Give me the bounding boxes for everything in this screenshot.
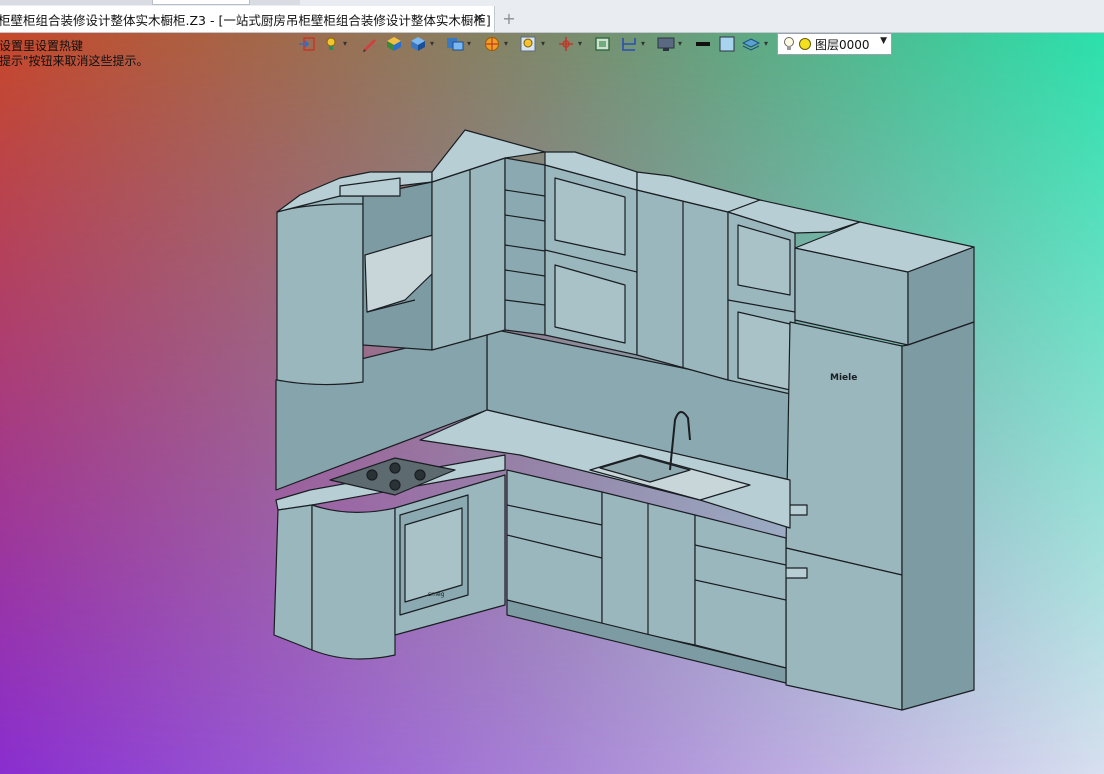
drawer-stack-2 xyxy=(694,514,787,669)
upper-cabinet-left-wall xyxy=(431,157,506,351)
oven-label: smeg xyxy=(428,591,445,598)
round-base-cabinet xyxy=(311,504,396,660)
round-wall-cabinet xyxy=(276,195,364,386)
fridge-upper-door xyxy=(785,321,903,576)
fridge-logo: Miele xyxy=(830,373,857,383)
kitchen-model[interactable]: Miele smeg xyxy=(0,0,1104,774)
fridge-side xyxy=(901,321,975,711)
corner-base-cabinet xyxy=(273,504,313,651)
cad-window: 柜壁柜组合装修设计整体实木橱柜.Z3 - [一站式厨房吊柜壁柜组合装修设计整体实… xyxy=(0,0,1104,774)
drawer-stack-1 xyxy=(506,469,603,626)
